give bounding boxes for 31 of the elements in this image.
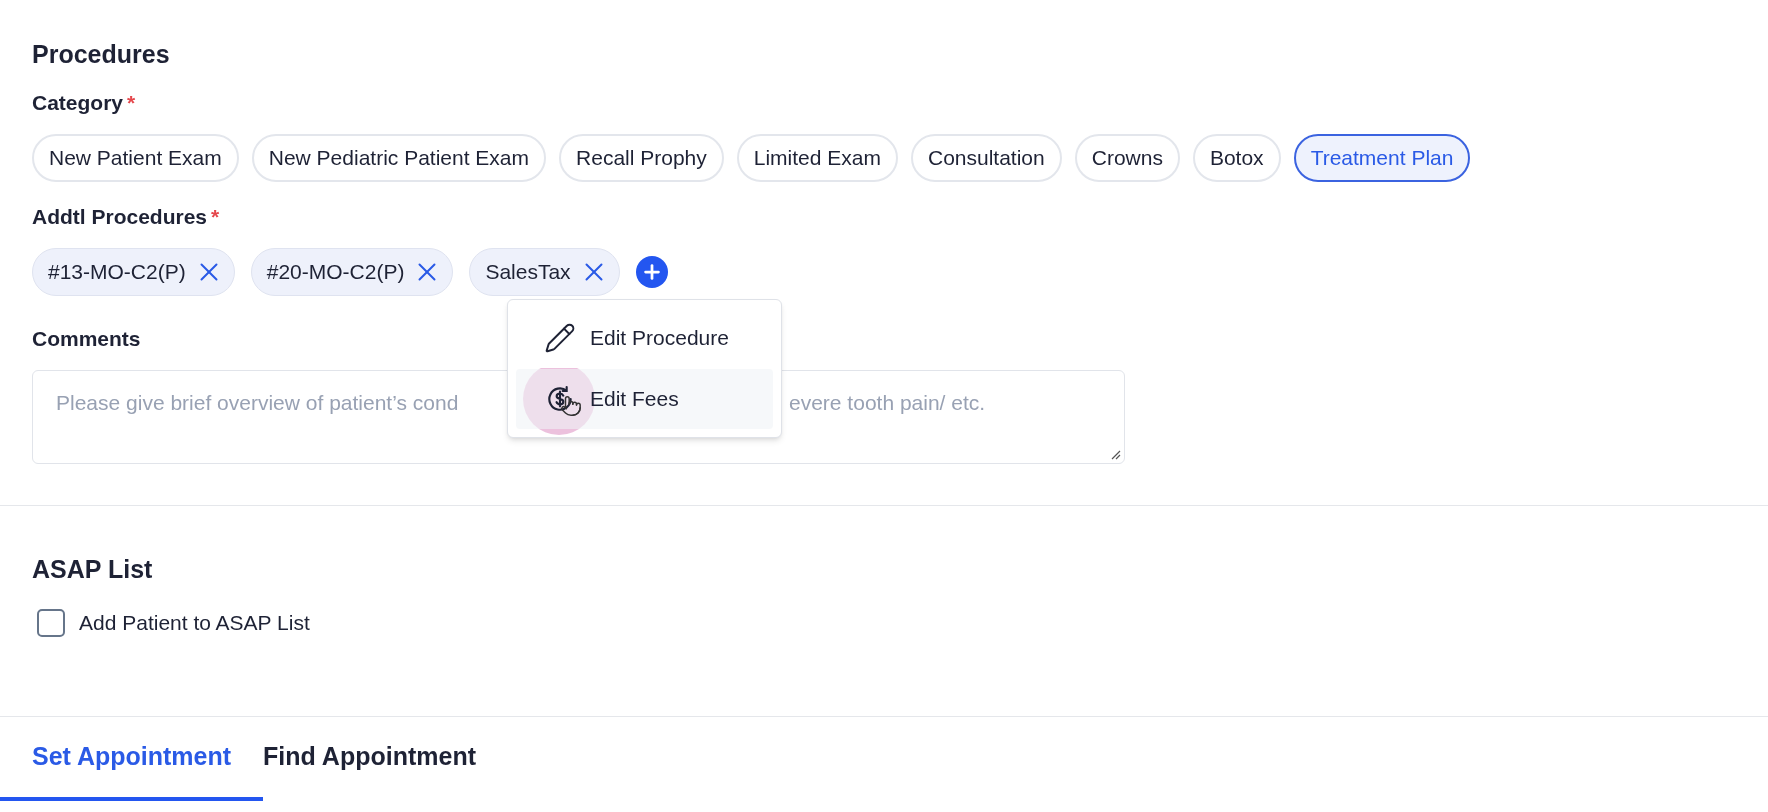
placeholder-text: Please give brief overview of patient’s cond (56, 390, 460, 416)
required-mark: * (127, 90, 136, 116)
category-chip[interactable]: Treatment Plan (1293, 134, 1471, 182)
category-chip[interactable]: New Pediatric Patient Exam (251, 134, 547, 182)
checkbox-label: Add Patient to ASAP List (79, 610, 310, 636)
resize-handle-icon[interactable] (1109, 448, 1121, 460)
field-label: Category (32, 90, 124, 116)
menu-item-label: Edit Fees (590, 386, 679, 413)
checkbox[interactable] (37, 608, 65, 637)
section-title: Procedures (32, 39, 171, 70)
category-chip[interactable]: Crowns (1074, 134, 1180, 182)
category-chip[interactable]: New Patient Exam (32, 134, 239, 182)
hand-cursor-icon (560, 395, 582, 417)
tag-label: #20-MO-C2(P) (266, 259, 405, 286)
required-mark: * (211, 204, 220, 230)
menu-item-label: Edit Procedure (590, 325, 729, 352)
category-chip[interactable]: Recall Prophy (559, 134, 724, 182)
category-chip[interactable]: Consultation (911, 134, 1062, 182)
menu-item[interactable]: Edit Fees (516, 369, 773, 429)
tag-label: SalesTax (485, 259, 571, 286)
section-title: ASAP List (32, 554, 154, 585)
tab[interactable]: Set Appointment (0, 716, 264, 801)
tag-label: #13-MO-C2(P) (48, 259, 186, 286)
tab[interactable]: Find Appointment (263, 716, 508, 801)
add-button[interactable] (635, 256, 668, 288)
category-chip[interactable]: Limited Exam (736, 134, 898, 182)
placeholder-text: evere tooth pain/ etc. (789, 390, 986, 416)
category-chip[interactable]: Botox (1192, 134, 1281, 182)
field-label: Addtl Procedures (32, 204, 208, 230)
pencil-icon (544, 322, 576, 354)
field-label: Comments (32, 326, 141, 352)
